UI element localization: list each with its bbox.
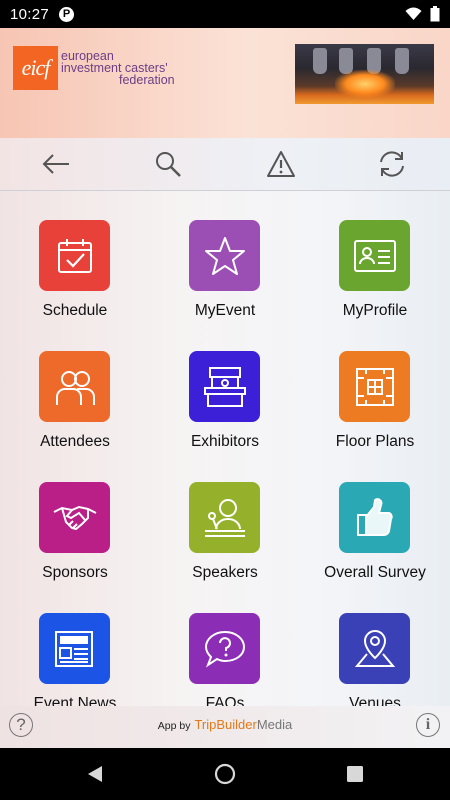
search-button[interactable] (151, 148, 185, 180)
search-icon (156, 152, 181, 177)
event-banner: eicf european investment casters' federa… (0, 28, 450, 138)
system-nav-bar (0, 748, 450, 800)
tile-label: Overall Survey (324, 564, 426, 581)
status-bar: 10:27 P (0, 0, 450, 28)
tile-icon-bg (39, 220, 110, 291)
question-bubble-icon (204, 630, 245, 668)
tile-icon-bg (189, 351, 260, 422)
tile-label: Event News (33, 695, 117, 706)
tile-icon-bg (339, 220, 410, 291)
logo-text: european investment casters' federation (61, 50, 175, 87)
tile-icon-bg (189, 482, 260, 553)
tile-overall-survey[interactable]: Overall Survey (300, 453, 450, 584)
back-arrow-icon (42, 154, 69, 174)
menu-grid: Schedule MyEvent MyProfile Attendees Exh… (0, 191, 450, 706)
tile-icon-bg (339, 613, 410, 684)
tile-label: Schedule (42, 302, 108, 319)
tile-exhibitors[interactable]: Exhibitors (150, 322, 300, 453)
battery-icon (430, 6, 440, 22)
tile-label: Floor Plans (335, 433, 415, 450)
location-pin-icon (354, 629, 395, 667)
newspaper-icon (54, 630, 93, 667)
tile-label: Attendees (40, 433, 110, 450)
foundry-photo (295, 44, 434, 104)
people-icon (55, 370, 95, 405)
toolbar (0, 138, 450, 191)
wifi-icon (405, 7, 422, 20)
notification-icon: P (59, 6, 75, 22)
status-time: 10:27 (10, 5, 50, 23)
back-button[interactable] (39, 148, 73, 180)
tile-label: Speakers (192, 564, 258, 581)
tile-label: Sponsors (42, 564, 108, 581)
status-icons (405, 6, 440, 22)
tile-label: FAQs (205, 695, 245, 706)
tile-icon-bg (339, 351, 410, 422)
nav-home-button[interactable] (214, 763, 236, 785)
floor-plan-icon (355, 367, 394, 406)
nav-back-icon (88, 766, 102, 782)
nav-recents-icon (347, 766, 363, 782)
tile-icon-bg (339, 482, 410, 553)
alerts-button[interactable] (264, 148, 298, 180)
tile-myevent[interactable]: MyEvent (150, 191, 300, 322)
tile-icon-bg (189, 220, 260, 291)
logo-line-3: federation (119, 73, 175, 87)
nav-recents-button[interactable] (344, 763, 366, 785)
tile-label: Exhibitors (190, 433, 260, 450)
tile-venues[interactable]: Venues (300, 584, 450, 706)
nav-back-button[interactable] (84, 763, 106, 785)
tile-icon-bg (39, 613, 110, 684)
handshake-icon (53, 505, 96, 530)
nav-home-icon (214, 763, 236, 785)
tile-label: MyEvent (194, 302, 256, 319)
tile-faqs[interactable]: FAQs (150, 584, 300, 706)
tile-speakers[interactable]: Speakers (150, 453, 300, 584)
tile-schedule[interactable]: Schedule (0, 191, 150, 322)
star-icon (204, 236, 245, 275)
sync-button[interactable] (375, 148, 409, 180)
tile-myprofile[interactable]: MyProfile (300, 191, 450, 322)
tile-icon-bg (39, 351, 110, 422)
booth-icon (203, 366, 246, 407)
tile-icon-bg (189, 613, 260, 684)
speaker-icon (204, 498, 245, 537)
warning-icon (267, 151, 295, 177)
tile-sponsors[interactable]: Sponsors (0, 453, 150, 584)
info-button[interactable]: i (416, 713, 440, 737)
tile-icon-bg (39, 482, 110, 553)
sync-icon (380, 151, 404, 177)
thumbs-up-icon (356, 497, 393, 536)
brand-name-a: TripBuilder (194, 717, 257, 732)
brand-name-b: Media (256, 717, 293, 732)
footer: ? App by TripBuilderMedia i (0, 706, 450, 748)
tile-event-news[interactable]: Event News (0, 584, 150, 706)
tile-label: Venues (349, 695, 401, 706)
calendar-check-icon (57, 238, 92, 273)
eicf-logo: eicf european investment casters' federa… (13, 46, 175, 90)
logo-mark: eicf (13, 46, 58, 90)
app-credit[interactable]: App by TripBuilderMedia (0, 717, 450, 732)
tile-floor-plans[interactable]: Floor Plans (300, 322, 450, 453)
tile-label: MyProfile (342, 302, 408, 319)
app-by-text: App by (157, 720, 191, 732)
tile-attendees[interactable]: Attendees (0, 322, 150, 453)
id-card-icon (353, 239, 396, 272)
